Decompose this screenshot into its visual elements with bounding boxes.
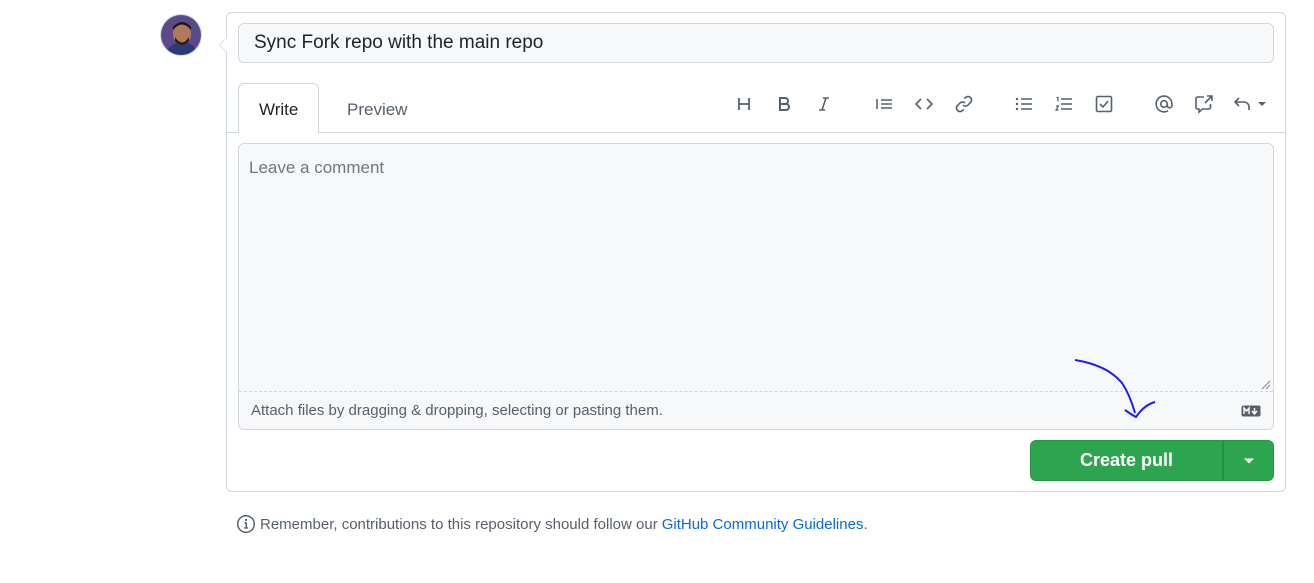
resize-handle-icon[interactable] (1259, 378, 1271, 390)
info-icon (236, 514, 256, 534)
title-input[interactable] (238, 23, 1274, 63)
heading-icon[interactable] (733, 93, 755, 115)
markdown-icon[interactable] (1241, 405, 1261, 417)
comment-textarea[interactable] (239, 144, 1273, 391)
markdown-toolbar (227, 93, 1285, 115)
quote-icon[interactable] (873, 93, 895, 115)
create-pull-request-button[interactable]: Create pull request (1030, 440, 1223, 509)
annotation-arrow-icon (1074, 359, 1156, 419)
mention-icon[interactable] (1153, 93, 1175, 115)
link-icon[interactable] (953, 93, 975, 115)
task-list-icon[interactable] (1093, 93, 1115, 115)
ordered-list-icon[interactable] (1053, 93, 1075, 115)
community-guidelines-link[interactable]: GitHub Community Guidelines (662, 516, 864, 533)
italic-icon[interactable] (813, 93, 835, 115)
code-icon[interactable] (913, 93, 935, 115)
unordered-list-icon[interactable] (1013, 93, 1035, 115)
attach-files-hint: Attach files by dragging & dropping, sel… (251, 402, 663, 419)
notice-text: Remember, contributions to this reposito… (260, 515, 658, 533)
notice-period: . (863, 515, 868, 533)
caret-down-icon (1243, 458, 1254, 463)
pull-request-form: Write Preview (219, 12, 1286, 509)
cross-reference-icon[interactable] (1193, 93, 1215, 115)
user-avatar[interactable] (160, 14, 202, 56)
bold-icon[interactable] (773, 93, 795, 115)
create-options-dropdown[interactable] (1223, 440, 1274, 481)
create-pull-request-group: Create pull request (1030, 440, 1274, 509)
reply-icon[interactable] (1233, 93, 1267, 115)
contribution-notice: Remember, contributions to this reposito… (236, 514, 868, 534)
